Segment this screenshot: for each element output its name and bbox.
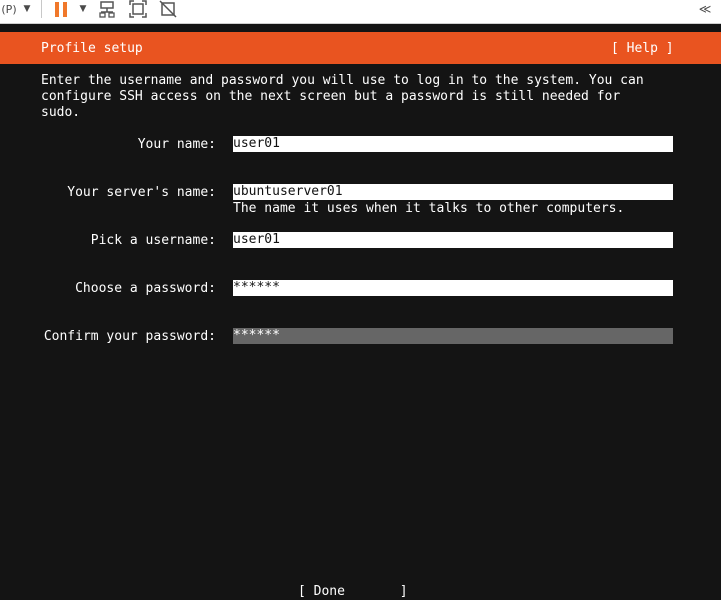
- username-label: Pick a username:: [90, 233, 216, 248]
- server-name-label: Your server's name:: [67, 185, 216, 200]
- server-name-input[interactable]: ubuntuserver01: [233, 184, 673, 200]
- intro-text: Enter the username and password you will…: [41, 73, 644, 120]
- vm-toolbar: (P) ▼ ▼ ≪: [0, 0, 721, 24]
- collapse-chevron-icon: ≪: [698, 2, 712, 16]
- power-dropdown-chevron-icon[interactable]: ▼: [21, 0, 33, 18]
- page-title: Profile setup: [41, 41, 143, 56]
- help-button[interactable]: [ Help ]: [611, 41, 674, 56]
- pause-dropdown-chevron-icon[interactable]: ▼: [77, 0, 89, 18]
- server-name-hint: The name it uses when it talks to other …: [233, 201, 625, 216]
- username-input[interactable]: user01: [233, 232, 673, 248]
- done-button[interactable]: [ Done ]: [298, 584, 408, 600]
- confirm-password-label: Confirm your password:: [43, 329, 216, 344]
- network-devices-icon[interactable]: [97, 0, 117, 18]
- toolbar-divider: [41, 0, 42, 18]
- installer-header: Profile setup [ Help ]: [0, 32, 721, 64]
- pause-icon[interactable]: [53, 0, 69, 18]
- collapse-toolbar-button[interactable]: ≪: [694, 0, 716, 18]
- your-name-input[interactable]: user01: [233, 136, 673, 152]
- power-menu-button[interactable]: (P): [0, 0, 18, 18]
- password-label: Choose a password:: [75, 281, 216, 296]
- your-name-label: Your name:: [137, 137, 216, 152]
- fit-screen-icon[interactable]: [128, 0, 148, 18]
- confirm-password-input[interactable]: ******: [233, 328, 673, 344]
- password-input[interactable]: ******: [233, 280, 673, 296]
- unity-mode-icon[interactable]: [158, 0, 178, 18]
- power-menu-label: (P): [1, 2, 17, 16]
